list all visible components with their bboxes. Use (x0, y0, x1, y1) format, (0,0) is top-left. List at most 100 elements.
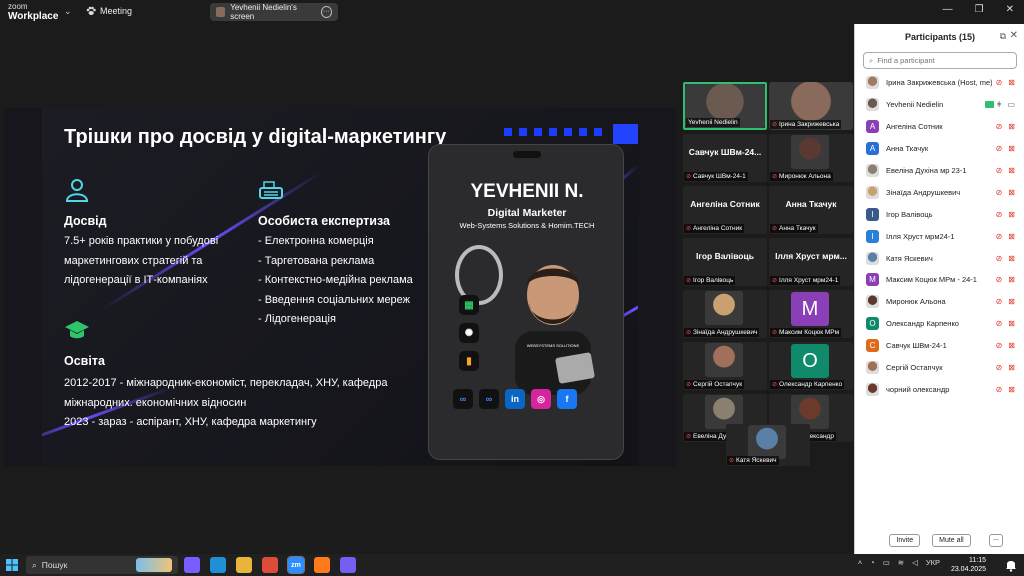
zoom-app-icon[interactable]: zm (287, 556, 305, 574)
video-off-icon[interactable]: ⊠ (1008, 341, 1015, 350)
muted-mic-icon[interactable]: ⊘ (996, 78, 1003, 87)
participant-row[interactable]: чорний олександр ⊘ ⊠ (855, 378, 1024, 400)
participant-row[interactable]: Зінаїда Андрушкевич ⊘ ⊠ (855, 181, 1024, 203)
muted-mic-icon[interactable]: ⊘ (996, 297, 1003, 306)
participant-row[interactable]: O Олександр Карпенко ⊘ ⊠ (855, 313, 1024, 335)
copilot-app-icon[interactable] (184, 557, 200, 573)
chevron-up-icon[interactable]: ˄ (858, 558, 862, 567)
video-tile[interactable]: Анна Ткачук ⊘ Анна Ткачук (769, 186, 853, 234)
muted-mic-icon[interactable]: ⊘ (996, 210, 1003, 219)
windows-start-icon[interactable] (6, 559, 18, 571)
video-tile[interactable]: O ⊘ Олександр Карпенко (769, 342, 853, 390)
more-options-icon[interactable]: ··· (320, 6, 332, 18)
education-heading: Освіта (64, 354, 105, 368)
participant-row[interactable]: A Анна Ткачук ⊘ ⊠ (855, 138, 1024, 160)
participant-name: чорний олександр (886, 384, 950, 394)
chrome-app-icon[interactable] (262, 557, 278, 573)
muted-mic-icon[interactable]: ⊘ (996, 122, 1003, 131)
video-tile[interactable]: ⊘ Миронюк Альона (769, 134, 853, 182)
minimize-icon[interactable]: — (943, 4, 953, 15)
invite-button[interactable]: Invite (889, 534, 921, 547)
close-icon[interactable]: ✕ (1006, 4, 1014, 15)
video-off-icon[interactable]: ⊠ (1008, 78, 1015, 87)
video-off-icon[interactable]: ⊠ (1008, 319, 1015, 328)
edge-app-icon[interactable] (210, 557, 226, 573)
tile-caption: ⊘ Ігор Валівоць (684, 276, 736, 285)
network-icon[interactable]: ◔ (870, 558, 875, 567)
participant-row[interactable]: A Ангеліна Сотник ⊘ ⊠ (855, 116, 1024, 138)
video-tile[interactable]: Савчук ШВм-24... ⊘ Савчук ШВм-24-1 (683, 134, 767, 182)
popout-icon[interactable]: ⧉ (1000, 31, 1006, 42)
volume-icon[interactable]: ◁ (912, 558, 918, 567)
video-off-icon[interactable]: ⊠ (1008, 188, 1015, 197)
close-icon[interactable]: ✕ (1010, 30, 1018, 41)
explorer-app-icon[interactable] (236, 557, 252, 573)
video-off-icon[interactable]: ⊠ (1008, 254, 1015, 263)
video-icon[interactable]: ▭ (1007, 100, 1015, 109)
notification-icon[interactable] (1004, 558, 1018, 572)
muted-mic-icon[interactable]: ⊘ (996, 385, 1003, 394)
screen-share-indicator[interactable]: Yevhenii Nedielin's screen ··· (210, 3, 338, 21)
participant-row[interactable]: Миронюк Альона ⊘ ⊠ (855, 291, 1024, 313)
tile-name: Зінаїда Андрушкевич (693, 329, 758, 336)
video-tile[interactable]: ⊘ Катя Яскевич (726, 424, 810, 466)
search-input[interactable] (877, 56, 1008, 65)
muted-mic-icon[interactable]: ⊘ (996, 275, 1003, 284)
video-off-icon[interactable]: ⊠ (1008, 166, 1015, 175)
video-off-icon[interactable]: ⊠ (1008, 122, 1015, 131)
participant-row[interactable]: Катя Яскевич ⊘ ⊠ (855, 247, 1024, 269)
participant-name: Ірина Закрижевська (Host, me) (886, 78, 992, 88)
participant-avatar: M (866, 273, 879, 287)
muted-mic-icon[interactable]: ⊘ (996, 341, 1003, 350)
video-tile[interactable]: ⊘ Сергій Остапчук (683, 342, 767, 390)
video-off-icon[interactable]: ⊠ (1008, 144, 1015, 153)
viber-app-icon[interactable] (340, 557, 356, 573)
meeting-menu[interactable]: Meeting (86, 6, 132, 16)
video-off-icon[interactable]: ⊠ (1008, 275, 1015, 284)
video-off-icon[interactable]: ⊠ (1008, 385, 1015, 394)
wifi-icon[interactable]: ≋ (898, 558, 904, 567)
mute-all-button[interactable]: Mute all (932, 534, 971, 547)
taskbar-search[interactable]: ⌕ Пошук (26, 556, 178, 574)
language-indicator[interactable]: УКР (926, 558, 940, 567)
video-tile[interactable]: ⊘ Зінаїда Андрушкевич (683, 290, 767, 338)
participant-row[interactable]: I Ілля Хруст мрм24-1 ⊘ ⊠ (855, 225, 1024, 247)
participant-row[interactable]: Yevhenii Nedielin ǂ ▭ (855, 94, 1024, 116)
video-off-icon[interactable]: ⊠ (1008, 297, 1015, 306)
muted-mic-icon[interactable]: ⊘ (996, 166, 1003, 175)
video-tile[interactable]: Ангеліна Сотник ⊘ Ангеліна Сотник (683, 186, 767, 234)
experience-heading: Досвід (64, 214, 107, 228)
tile-video (748, 425, 786, 459)
zoom-logo[interactable]: zoom Workplace (8, 2, 58, 22)
participant-row[interactable]: C Савчук ШВм-24-1 ⊘ ⊠ (855, 335, 1024, 357)
battery-icon[interactable]: ▭ (883, 558, 890, 567)
mic-icon[interactable]: ǂ (997, 100, 1002, 109)
participant-avatar (866, 251, 879, 265)
muted-mic-icon[interactable]: ⊘ (996, 319, 1003, 328)
participant-row[interactable]: Ірина Закрижевська (Host, me) ⊘ ⊠ (855, 72, 1024, 94)
video-tile[interactable]: ⊘ Ірина Закрижевська (769, 82, 853, 130)
firefox-app-icon[interactable] (314, 557, 330, 573)
participant-row[interactable]: M Максим Коцюк МРм - 24-1 ⊘ ⊠ (855, 269, 1024, 291)
muted-mic-icon[interactable]: ⊘ (996, 232, 1003, 241)
video-tile[interactable]: M ⊘ Максим Коцюк МРм (769, 290, 853, 338)
video-tile[interactable]: Ігор Валівоць ⊘ Ігор Валівоць (683, 238, 767, 286)
video-tile[interactable]: Ілля Хруст мрм... ⊘ Ілля Хруст мрм24-1 (769, 238, 853, 286)
tile-caption: ⊘ Савчук ШВм-24-1 (684, 172, 748, 181)
video-off-icon[interactable]: ⊠ (1008, 210, 1015, 219)
muted-mic-icon[interactable]: ⊘ (996, 363, 1003, 372)
video-tile[interactable]: Yevhenii Nedielin (683, 82, 767, 130)
video-off-icon[interactable]: ⊠ (1008, 232, 1015, 241)
muted-mic-icon[interactable]: ⊘ (996, 254, 1003, 263)
participant-row[interactable]: Сергій Остапчук ⊘ ⊠ (855, 357, 1024, 379)
video-off-icon[interactable]: ⊠ (1008, 363, 1015, 372)
chevron-down-icon[interactable]: ⌄ (64, 6, 72, 17)
muted-mic-icon[interactable]: ⊘ (996, 188, 1003, 197)
participant-row[interactable]: I Ігор Валівоць ⊘ ⊠ (855, 203, 1024, 225)
muted-mic-icon[interactable]: ⊘ (996, 144, 1003, 153)
muted-mic-icon: ⊘ (772, 226, 778, 232)
participant-row[interactable]: Евеліна Духіна мр 23-1 ⊘ ⊠ (855, 160, 1024, 182)
clock[interactable]: 11:15 23.04.2025 (951, 556, 986, 574)
restore-icon[interactable]: ❐ (975, 4, 984, 15)
more-options-button[interactable]: ... (989, 534, 1003, 547)
